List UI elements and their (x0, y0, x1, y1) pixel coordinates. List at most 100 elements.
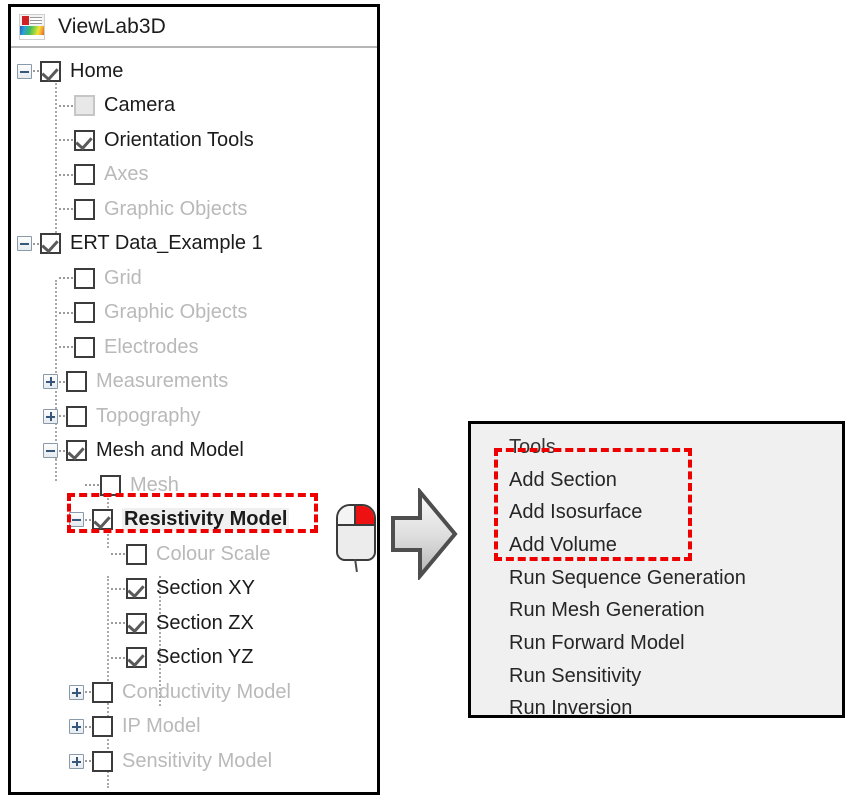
tree-expander-empty (43, 305, 58, 320)
tree-node-label[interactable]: Graphic Objects (104, 301, 247, 324)
tree-node-checkbox[interactable] (74, 129, 95, 151)
tree-node[interactable]: Section YZ (11, 641, 377, 676)
tree-node-checkbox[interactable] (74, 198, 95, 220)
tree-node-label[interactable]: Sensitivity Model (122, 750, 272, 773)
tree-node-checkbox[interactable] (126, 543, 147, 565)
tree-connector-line (111, 656, 125, 659)
tree-node-label[interactable]: Home (70, 60, 123, 83)
tree-node[interactable]: Graphic Objects (11, 296, 377, 331)
tree-node[interactable]: Section XY (11, 572, 377, 607)
tree-connector-line (85, 484, 99, 487)
context-menu-item[interactable]: Run Sensitivity (471, 660, 842, 693)
tree-node-label[interactable]: IP Model (122, 715, 201, 738)
tree-expander-minus-icon[interactable] (17, 236, 32, 252)
tree-node[interactable]: Mesh and Model (11, 434, 377, 469)
tree-node-label[interactable]: Conductivity Model (122, 681, 291, 704)
tree-node-checkbox[interactable] (66, 440, 87, 462)
tree-expander-plus-icon[interactable] (43, 374, 58, 390)
right-click-mouse-icon (336, 504, 376, 573)
tree-node[interactable]: ERT Data_Example 1 (11, 227, 377, 262)
tree-node[interactable]: Grid (11, 261, 377, 296)
tree-node-checkbox[interactable] (74, 302, 95, 324)
tree-node[interactable]: Measurements (11, 365, 377, 400)
tree-node-label[interactable]: Section XY (156, 577, 255, 600)
tree-node-checkbox[interactable] (126, 647, 147, 669)
tree-connector-line (111, 622, 125, 625)
tree-node-checkbox[interactable] (92, 750, 113, 772)
context-menu-item[interactable]: Add Section (471, 464, 842, 497)
viewlab3d-app-icon (19, 13, 45, 40)
context-menu-item[interactable]: Add Volume (471, 529, 842, 562)
tree-node-label[interactable]: Axes (104, 163, 148, 186)
context-menu-item[interactable]: Run Inversion (471, 693, 842, 726)
tree-connector-line (59, 277, 73, 280)
tree-node[interactable]: Axes (11, 158, 377, 193)
tree-expander-minus-icon[interactable] (17, 63, 32, 79)
context-menu-header: Tools (509, 435, 556, 458)
tools-context-menu[interactable]: Tools Add Section Add Isosurface Add Volum… (468, 421, 845, 719)
tree-connector-line (59, 173, 73, 176)
tree-node-label[interactable]: Electrodes (104, 336, 199, 359)
tree-node[interactable]: Sensitivity Model (11, 744, 377, 779)
object-tree: Home Camera Orientation Tools Axes Graphic O… (11, 48, 377, 792)
tree-node-checkbox[interactable] (66, 371, 87, 393)
tree-expander-minus-icon[interactable] (69, 512, 84, 528)
tree-node-label[interactable]: Section ZX (156, 612, 254, 635)
tree-node-checkbox[interactable] (126, 612, 147, 634)
tree-node[interactable]: Mesh (11, 468, 377, 503)
tree-node[interactable]: Section ZX (11, 606, 377, 641)
tree-node[interactable]: Topography (11, 399, 377, 434)
screenshot-root: ViewLab3D Home Camera Orientation Tools Axe… (0, 0, 850, 802)
tree-expander-plus-icon[interactable] (69, 753, 84, 769)
tree-expander-empty (95, 650, 110, 665)
tree-node-label[interactable]: Camera (104, 94, 175, 117)
tree-expander-empty (43, 133, 58, 148)
tree-node[interactable]: Conductivity Model (11, 675, 377, 710)
tree-node-label[interactable]: Mesh (130, 474, 179, 497)
tree-node-label[interactable]: Topography (96, 405, 201, 428)
tree-node-checkbox[interactable] (100, 474, 121, 496)
context-menu-item[interactable]: Run Sequence Generation (471, 562, 842, 595)
tree-node[interactable]: Graphic Objects (11, 192, 377, 227)
tree-node-label[interactable]: Section YZ (156, 646, 253, 669)
tree-node-label[interactable]: Grid (104, 267, 142, 290)
tree-node-checkbox[interactable] (74, 164, 95, 186)
tree-connector-line (33, 242, 39, 245)
tree-expander-minus-icon[interactable] (43, 443, 58, 459)
tree-node-checkbox[interactable] (74, 336, 95, 358)
mouse-left-button (338, 506, 356, 527)
tree-node-checkbox[interactable] (74, 95, 95, 117)
context-menu-item[interactable]: Add Isosurface (471, 496, 842, 529)
tree-node-checkbox[interactable] (74, 267, 95, 289)
tree-node-label[interactable]: Graphic Objects (104, 198, 247, 221)
tree-expander-plus-icon[interactable] (69, 684, 84, 700)
tree-node-checkbox[interactable] (66, 405, 87, 427)
tree-node-label[interactable]: Orientation Tools (104, 129, 254, 152)
tree-expander-plus-icon[interactable] (69, 719, 84, 735)
tree-node-label[interactable]: Mesh and Model (96, 439, 244, 462)
context-menu-item[interactable]: Run Mesh Generation (471, 594, 842, 627)
tree-node-checkbox[interactable] (126, 578, 147, 600)
tree-expander-empty (43, 271, 58, 286)
tree-connector-line (59, 449, 65, 452)
tree-node[interactable]: Electrodes (11, 330, 377, 365)
tree-node[interactable]: Home (11, 54, 377, 89)
tree-node[interactable]: Colour Scale (11, 537, 377, 572)
tree-node-label[interactable]: Colour Scale (156, 543, 271, 566)
tree-node-label[interactable]: ERT Data_Example 1 (70, 232, 263, 255)
tree-expander-plus-icon[interactable] (43, 408, 58, 424)
tree-node[interactable]: Orientation Tools (11, 123, 377, 158)
context-menu-item[interactable]: Run Forward Model (471, 627, 842, 660)
tree-node[interactable]: Camera (11, 89, 377, 124)
tree-expander-empty (95, 547, 110, 562)
tree-node[interactable]: IP Model (11, 710, 377, 745)
tree-node-checkbox[interactable] (92, 681, 113, 703)
tree-connector-line (59, 208, 73, 211)
tree-node-checkbox[interactable] (40, 233, 61, 255)
tree-node[interactable]: Resistivity Model (11, 503, 377, 538)
tree-node-checkbox[interactable] (92, 716, 113, 738)
tree-node-checkbox[interactable] (40, 60, 61, 82)
tree-node-checkbox[interactable] (92, 509, 113, 531)
tree-node-label[interactable]: Resistivity Model (122, 508, 290, 532)
tree-node-label[interactable]: Measurements (96, 370, 228, 393)
